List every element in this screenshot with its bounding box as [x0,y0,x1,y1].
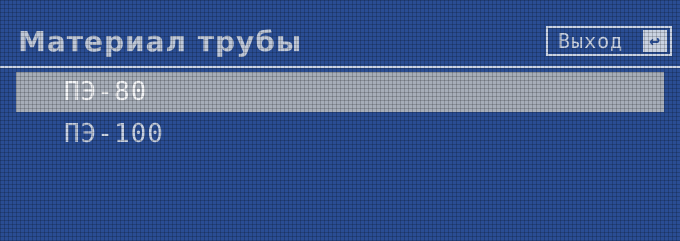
list-item-label: ПЭ-80 [64,77,148,107]
list-item-label: ПЭ-100 [64,119,164,149]
page-title: Материал трубы [18,25,303,58]
list-item-pe100[interactable]: ПЭ-100 [0,112,680,156]
list-item-pe80[interactable]: ПЭ-80 [16,72,664,112]
header-divider [0,66,680,68]
return-icon: ↩ [643,30,667,52]
exit-button-label: Выход [558,29,624,53]
material-list: ПЭ-80 ПЭ-100 [0,72,680,156]
exit-button[interactable]: Выход ↩ [546,26,672,56]
lcd-screen: Материал трубы Выход ↩ ПЭ-80 ПЭ-100 [0,0,680,241]
